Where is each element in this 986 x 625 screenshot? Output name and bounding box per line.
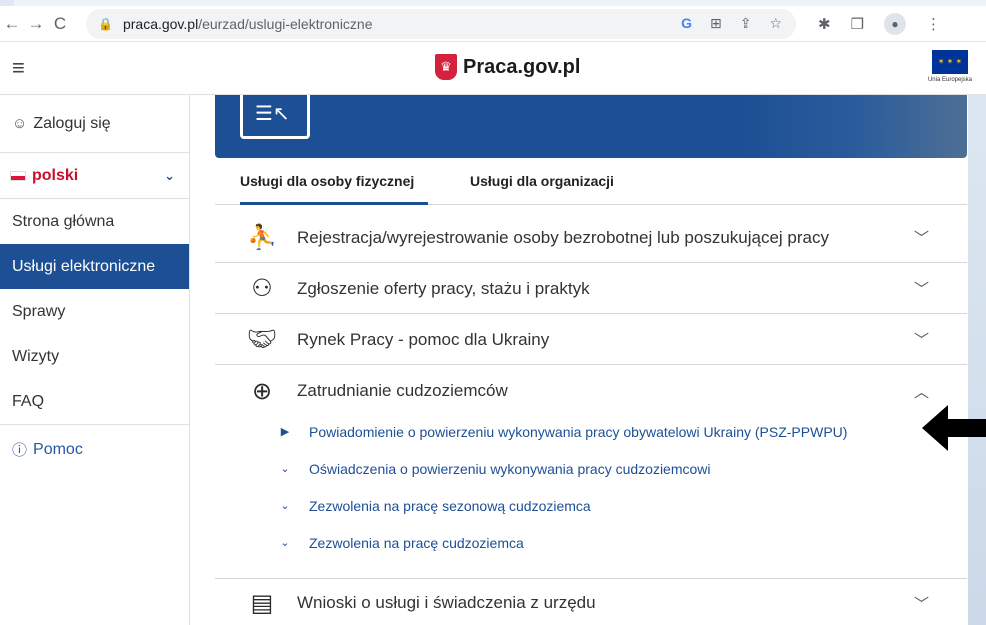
chevron-down-icon[interactable]: ﹀ (914, 278, 929, 299)
sidebar-item-visits[interactable]: Wizyty (0, 334, 189, 379)
accordion-job-offer[interactable]: ⚇ Zgłoszenie oferty pracy, stażu i prakt… (215, 264, 967, 314)
address-bar[interactable]: 🔒 praca.gov.pl/eurzad/uslugi-elektronicz… (86, 8, 796, 39)
reload-icon[interactable]: C (48, 14, 72, 34)
tab-organization-services[interactable]: Usługi dla organizacji (470, 163, 614, 205)
extensions-puzzle-icon[interactable]: ✱ (818, 15, 831, 33)
poland-flag-icon (10, 170, 26, 181)
sub-item-label[interactable]: Zezwolenia na pracę cudzoziemca (309, 535, 524, 551)
foreign-employment-sublist: ▶ Powiadomienie o powierzeniu wykonywani… (215, 413, 967, 561)
laptop-cursor-icon: ☰↖ (240, 95, 310, 139)
sub-item-ukraine-notification[interactable]: ▶ Powiadomienie o powierzeniu wykonywani… (215, 413, 967, 450)
url-host: praca.gov.pl (122, 15, 199, 32)
url-path: /eurzad/uslugi-elektroniczne (198, 15, 373, 32)
sub-item-declarations[interactable]: ⌄ Oświadczenia o powierzeniu wykonywania… (215, 450, 967, 487)
chevron-down-icon[interactable]: ﹀ (914, 329, 929, 350)
login-label: Zaloguj się (33, 114, 111, 132)
screenshot-frame-right (968, 95, 986, 625)
eu-label: Unia Europejska (927, 77, 972, 83)
sidebar-item-cases[interactable]: Sprawy (0, 289, 189, 334)
login-link[interactable]: ☺ Zaloguj się (0, 95, 189, 153)
browser-menu-icon[interactable]: ⋮ (926, 15, 941, 33)
google-icon[interactable]: G (681, 15, 692, 32)
hamburger-menu-icon[interactable]: ≡ (12, 55, 42, 81)
sub-item-work-permits[interactable]: ⌄ Zezwolenia na pracę cudzoziemca (215, 524, 967, 561)
bookmark-star-icon[interactable]: ☆ (769, 15, 782, 32)
side-panel-icon[interactable]: ❒ (851, 15, 864, 33)
browser-toolbar: ← → C 🔒 praca.gov.pl/eurzad/uslugi-elekt… (0, 6, 986, 42)
language-selector[interactable]: polski ⌄ (0, 153, 189, 199)
cursor-icon: ☰↖ (255, 103, 290, 125)
sub-item-label[interactable]: Oświadczenia o powierzeniu wykonywania p… (309, 461, 711, 477)
help-label: Pomoc (33, 440, 83, 458)
sub-item-seasonal-permits[interactable]: ⌄ Zezwolenia na pracę sezonową cudzoziem… (215, 487, 967, 524)
chevron-down-icon: ⌄ (280, 463, 290, 475)
chevron-up-icon[interactable]: ︿ (914, 381, 929, 402)
main-content: ☰↖ Usługi dla osoby fizycznej Usługi dla… (190, 95, 968, 625)
sub-item-label[interactable]: Powiadomienie o powierzeniu wykonywania … (309, 424, 847, 440)
e-services-banner: ☰↖ (215, 95, 967, 158)
chevron-down-icon: ⌄ (164, 167, 175, 183)
annotation-arrow-icon (922, 405, 986, 451)
site-header: ≡ ♛ Praca.gov.pl ✶ ✶ ✶ Unia Europejska (0, 42, 986, 95)
accordion-title: Wnioski o usługi i świadczenia z urzędu (297, 593, 596, 612)
accordion-title: Rynek Pracy - pomoc dla Ukrainy (297, 329, 550, 349)
profile-avatar-icon[interactable]: ● (884, 12, 907, 35)
sub-item-label[interactable]: Zezwolenia na pracę sezonową cudzoziemca (309, 498, 591, 514)
brand-name: Praca.gov.pl (463, 55, 581, 78)
eu-logo: ✶ ✶ ✶ Unia Europejska (928, 50, 972, 83)
back-arrow-icon[interactable]: ← (0, 14, 24, 34)
polish-eagle-emblem-icon: ♛ (435, 54, 457, 80)
site-logo[interactable]: ♛ Praca.gov.pl (435, 54, 580, 80)
sidebar-item-e-services[interactable]: Usługi elektroniczne (0, 244, 189, 289)
tab-personal-services[interactable]: Usługi dla osoby fizycznej (240, 163, 428, 205)
info-icon: ⓘ (12, 442, 28, 459)
chevron-down-icon[interactable]: ﹀ (914, 593, 929, 614)
forward-arrow-icon[interactable]: → (24, 14, 48, 34)
accordion-foreign-employment[interactable]: ⊕ Zatrudnianie cudzoziemców ︿ (215, 366, 967, 416)
chevron-down-icon[interactable]: ﹀ (914, 227, 929, 248)
help-link[interactable]: ⓘ Pomoc (0, 424, 189, 474)
accordion-registration[interactable]: ⛹ Rejestracja/wyrejestrowanie osoby bezr… (215, 213, 967, 263)
accordion-applications[interactable]: ▤ Wnioski o usługi i świadczenia z urzęd… (215, 578, 967, 625)
chevron-down-icon: ⌄ (280, 500, 290, 512)
accordion-ukraine-help[interactable]: 🤝︎ Rynek Pracy - pomoc dla Ukrainy ﹀ (215, 315, 967, 365)
accordion-title: Rejestracja/wyrejestrowanie osoby bezrob… (297, 227, 829, 247)
sidebar-item-faq[interactable]: FAQ (0, 379, 189, 424)
handshake-icon: 🤝︎ (246, 326, 278, 353)
accordion-title: Zgłoszenie oferty pracy, stażu i praktyk (297, 278, 590, 298)
job-offer-icon: ⚇ (251, 275, 273, 302)
registration-icon: ⛹ (247, 224, 277, 251)
caret-right-icon: ▶ (280, 426, 290, 438)
chevron-down-icon: ⌄ (280, 537, 290, 549)
translate-icon[interactable]: ⊞ (710, 15, 722, 32)
lock-icon[interactable]: 🔒 (98, 17, 113, 31)
sidebar-item-home[interactable]: Strona główna (0, 199, 189, 244)
eu-flag-icon: ✶ ✶ ✶ (931, 50, 968, 74)
sidebar: ☺ Zaloguj się polski ⌄ Strona główna Usł… (0, 95, 190, 625)
passport-icon: ⊕ (251, 377, 273, 405)
user-circle-icon: ☺ (12, 115, 28, 132)
accordion-title: Zatrudnianie cudzoziemców (297, 381, 508, 400)
language-label: polski (32, 166, 79, 184)
documents-icon: ▤ (250, 589, 274, 617)
service-tabs: Usługi dla osoby fizycznej Usługi dla or… (215, 163, 967, 205)
share-icon[interactable]: ⇪ (740, 15, 752, 32)
